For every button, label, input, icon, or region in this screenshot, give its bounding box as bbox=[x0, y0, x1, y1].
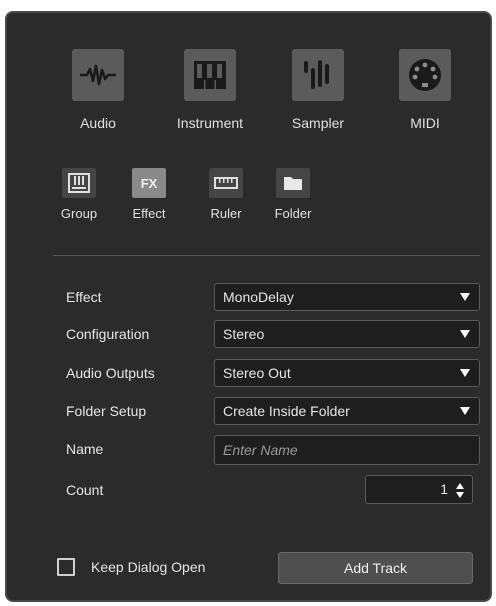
audio-outputs-label: Audio Outputs bbox=[66, 365, 155, 381]
add-track-button[interactable]: Add Track bbox=[278, 552, 473, 584]
count-stepper[interactable]: 1 bbox=[365, 475, 473, 504]
midi-connector-icon bbox=[399, 49, 451, 101]
count-label: Count bbox=[66, 482, 104, 498]
keep-dialog-open-checkbox[interactable] bbox=[57, 558, 75, 576]
track-type-audio[interactable]: Audio bbox=[53, 49, 143, 131]
track-type-sampler[interactable]: Sampler bbox=[273, 49, 363, 131]
track-type-ruler[interactable]: Ruler bbox=[196, 168, 256, 221]
chevron-down-icon bbox=[460, 407, 470, 415]
ruler-icon bbox=[209, 168, 243, 198]
chevron-down-icon bbox=[460, 369, 470, 377]
name-input[interactable] bbox=[214, 435, 480, 465]
sampler-bars-icon bbox=[292, 49, 344, 101]
configuration-label: Configuration bbox=[66, 326, 150, 342]
track-type-label: Instrument bbox=[176, 115, 244, 131]
audio-outputs-select[interactable]: Stereo Out bbox=[214, 359, 480, 387]
configuration-select[interactable]: Stereo bbox=[214, 320, 480, 348]
stepper-up-icon[interactable] bbox=[456, 483, 464, 489]
folder-setup-select[interactable]: Create Inside Folder bbox=[214, 397, 480, 425]
waveform-icon bbox=[72, 49, 124, 101]
effect-label: Effect bbox=[66, 289, 102, 305]
chevron-down-icon bbox=[460, 293, 470, 301]
stepper-down-icon[interactable] bbox=[456, 492, 464, 498]
name-label: Name bbox=[66, 441, 104, 457]
track-type-label: Audio bbox=[80, 115, 116, 131]
track-type-label: Folder bbox=[274, 206, 312, 221]
folder-setup-label: Folder Setup bbox=[66, 403, 147, 419]
folder-icon bbox=[276, 168, 310, 198]
track-type-folder[interactable]: Folder bbox=[263, 168, 323, 221]
group-fader-icon bbox=[62, 168, 96, 198]
track-type-label: Ruler bbox=[210, 206, 242, 221]
track-type-instrument[interactable]: Instrument bbox=[165, 49, 255, 131]
track-type-label: Group bbox=[60, 206, 98, 221]
track-type-label: MIDI bbox=[410, 115, 440, 131]
section-divider bbox=[53, 255, 480, 256]
fx-icon: FX bbox=[132, 168, 166, 198]
track-type-midi[interactable]: MIDI bbox=[380, 49, 470, 131]
chevron-down-icon bbox=[460, 330, 470, 338]
track-type-label: Effect bbox=[132, 206, 166, 221]
piano-keys-icon bbox=[184, 49, 236, 101]
effect-select[interactable]: MonoDelay bbox=[214, 283, 480, 311]
track-type-group[interactable]: Group bbox=[49, 168, 109, 221]
track-type-effect[interactable]: FX Effect bbox=[119, 168, 179, 221]
track-type-label: Sampler bbox=[291, 115, 345, 131]
keep-dialog-open-label: Keep Dialog Open bbox=[91, 559, 206, 575]
add-track-dialog: Audio Instrument Sampler MIDI Group FX E… bbox=[5, 11, 492, 602]
